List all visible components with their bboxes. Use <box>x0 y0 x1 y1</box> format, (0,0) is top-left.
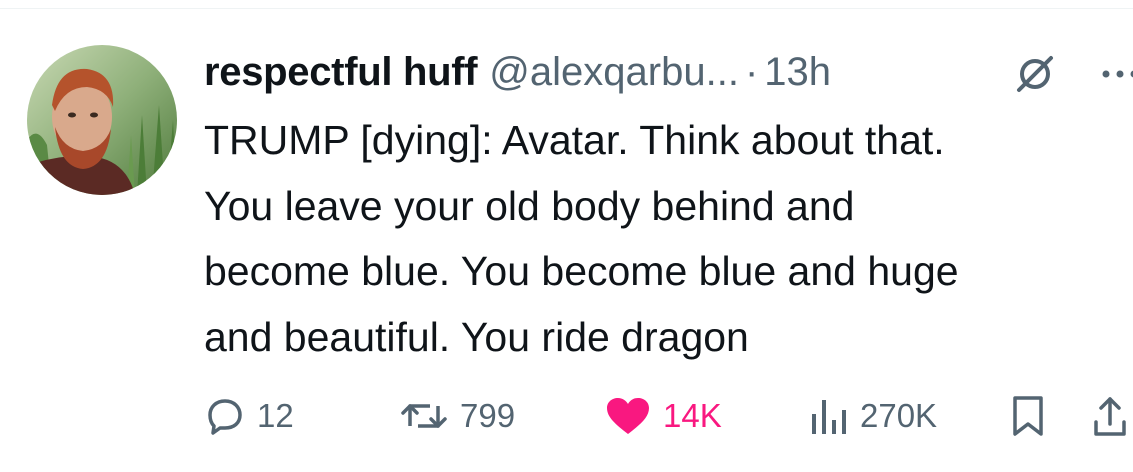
timestamp[interactable]: 13h <box>764 50 831 95</box>
top-divider <box>0 8 1133 9</box>
share-button[interactable] <box>1090 394 1130 438</box>
repost-button[interactable]: 799 <box>400 394 515 438</box>
views-button[interactable]: 270K <box>808 394 937 438</box>
tweet-text-line: become blue. You become blue and huge <box>204 248 959 294</box>
share-icon <box>1094 397 1126 436</box>
bookmark-button[interactable] <box>1010 394 1046 438</box>
muted-icon[interactable] <box>1013 52 1057 96</box>
heart-filled-icon <box>607 398 649 434</box>
like-button[interactable]: 14K <box>605 394 722 438</box>
analytics-icon <box>812 400 846 434</box>
author-name[interactable]: respectful huff <box>204 50 478 95</box>
views-count: 270K <box>860 397 938 434</box>
author-handle[interactable]: @alexqarbu... <box>489 50 739 95</box>
tweet-text-line: You leave your old body behind and <box>204 182 855 229</box>
avatar[interactable] <box>27 45 177 195</box>
tweet-text-line: TRUMP [dying]: Avatar. Think about that. <box>204 117 945 163</box>
repost-count: 799 <box>460 397 516 434</box>
reply-icon <box>208 399 242 435</box>
separator-dot: · <box>744 49 759 94</box>
avatar-photo <box>27 45 177 195</box>
bookmark-icon <box>1013 396 1043 436</box>
tweet-header: respectful huff @alexqarbu... · 13h <box>204 46 831 98</box>
more-icon[interactable] <box>1096 65 1133 83</box>
reply-count: 12 <box>257 397 294 434</box>
tweet-text-line: and beautiful. You ride dragon <box>204 313 749 360</box>
like-count: 14K <box>663 397 722 434</box>
reply-button[interactable]: 12 <box>205 394 294 438</box>
tweet-text: TRUMP [dying]: Avatar. Think about that.… <box>204 108 1133 370</box>
repost-icon <box>401 404 447 428</box>
